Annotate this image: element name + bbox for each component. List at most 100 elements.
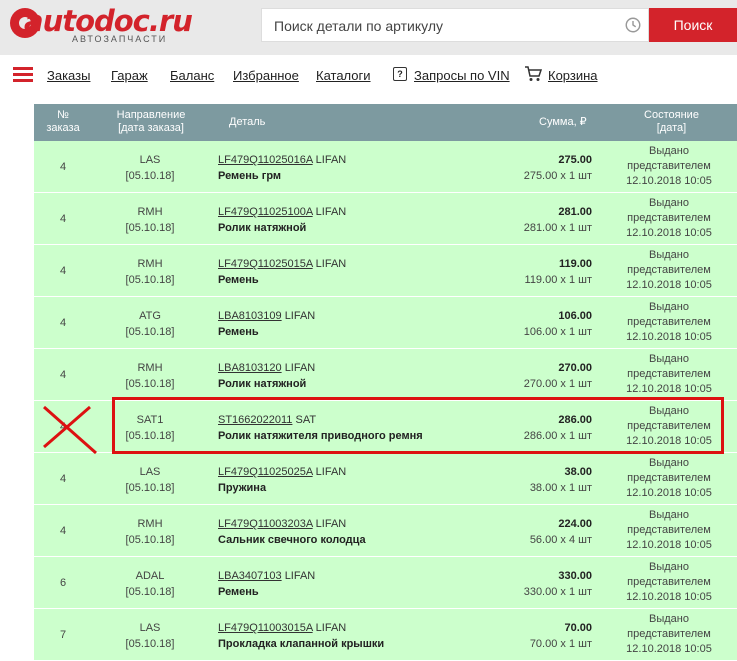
sum-calc: 70.00 x 1 шт xyxy=(529,638,592,650)
brand: LIFAN xyxy=(284,310,316,322)
state-date: 12.10.2018 10:05 xyxy=(626,383,712,395)
direction: RMH xyxy=(137,362,163,374)
table-row: 4 RMH [05.10.18] LF479Q11003203A LIFAN Сальн… xyxy=(34,505,737,557)
sum-calc: 330.00 x 1 шт xyxy=(523,586,592,598)
sum-cell: 224.00 56.00 x 4 шт xyxy=(530,516,592,548)
sum-cell: 106.00 106.00 x 1 шт xyxy=(524,308,592,340)
order-number: 4 xyxy=(59,161,67,173)
table-row: 4 LAS [05.10.18] LF479Q11025025A LIFAN Пружи… xyxy=(34,453,737,505)
brand: LIFAN xyxy=(284,362,316,374)
order-date: [05.10.18] xyxy=(125,274,175,286)
logo[interactable]: autodoc.ru АВТОЗАПЧАСТИ xyxy=(10,4,200,50)
article-link[interactable]: LBA3407103 xyxy=(218,570,282,582)
sum-calc: 281.00 x 1 шт xyxy=(523,222,592,234)
nav-favorites[interactable]: Избранное xyxy=(233,68,299,83)
direction-cell: RMH [05.10.18] xyxy=(112,204,188,236)
state-date: 12.10.2018 10:05 xyxy=(626,175,712,187)
state-line1: Выдано xyxy=(649,197,689,209)
direction: LAS xyxy=(139,622,161,634)
article-link[interactable]: LF479Q11025015A xyxy=(218,258,313,270)
table-row: 4 ATG [05.10.18] LBA8103109 LIFAN Ремень 106.… xyxy=(34,297,737,349)
search-input[interactable] xyxy=(262,9,616,43)
article-link[interactable]: LBA8103109 xyxy=(218,310,282,322)
state-line1: Выдано xyxy=(649,301,689,313)
state-line2: представителем xyxy=(627,264,711,276)
state-cell: Выдано представителем 12.10.2018 10:05 xyxy=(619,352,719,397)
order-date: [05.10.18] xyxy=(125,482,175,494)
direction-cell: LAS [05.10.18] xyxy=(112,152,188,184)
order-date: [05.10.18] xyxy=(125,326,175,338)
article-link[interactable]: LBA8103120 xyxy=(218,362,282,374)
state-cell: Выдано представителем 12.10.2018 10:05 xyxy=(619,196,719,241)
order-number: 4 xyxy=(59,265,67,277)
sum-calc: 38.00 x 1 шт xyxy=(529,482,592,494)
history-icon[interactable] xyxy=(624,16,642,34)
state-cell: Выдано представителем 12.10.2018 10:05 xyxy=(619,144,719,189)
order-number: 4 xyxy=(59,369,67,381)
direction: ADAL xyxy=(135,570,165,582)
sum-cell: 70.00 70.00 x 1 шт xyxy=(530,620,592,652)
nav-catalogs[interactable]: Каталоги xyxy=(316,68,371,83)
detail-name: Ролик натяжной xyxy=(218,378,307,390)
nav-vin-requests[interactable]: Запросы по VIN xyxy=(414,68,510,83)
order-number: 4 xyxy=(59,525,67,537)
table-row: 4 RMH [05.10.18] LF479Q11025100A LIFAN Ролик… xyxy=(34,193,737,245)
sum-total: 119.00 xyxy=(558,258,592,270)
detail-cell: LBA8103109 LIFAN Ремень xyxy=(218,308,315,340)
menu-icon[interactable] xyxy=(13,67,33,83)
nav-cart[interactable]: Корзина xyxy=(548,68,598,83)
top-bar: autodoc.ru АВТОЗАПЧАСТИ Поиск xyxy=(0,0,737,55)
detail-name: Прокладка клапанной крышки xyxy=(218,638,385,650)
sum-total: 70.00 xyxy=(564,622,592,634)
table-row: 4 LAS [05.10.18] LF479Q11025016A LIFAN Ремен… xyxy=(34,141,737,193)
table-header: № заказа Направление [дата заказа] Детал… xyxy=(34,104,737,141)
order-date: [05.10.18] xyxy=(125,586,175,598)
direction: LAS xyxy=(139,154,161,166)
header-order-no-line2: заказа xyxy=(46,122,80,134)
header-state-line2: [дата] xyxy=(656,122,687,134)
header-direction-line2: [дата заказа] xyxy=(118,122,184,134)
order-number: 6 xyxy=(59,577,67,589)
sum-total: 106.00 xyxy=(558,310,592,322)
state-line1: Выдано xyxy=(649,249,689,261)
nav-orders[interactable]: Заказы xyxy=(47,68,90,83)
table-row: 6 ADAL [05.10.18] LBA3407103 LIFAN Ремень 330… xyxy=(34,557,737,609)
state-date: 12.10.2018 10:05 xyxy=(626,591,712,603)
nav-garage[interactable]: Гараж xyxy=(111,68,148,83)
state-line1: Выдано xyxy=(649,561,689,573)
order-date: [05.10.18] xyxy=(125,170,175,182)
order-date: [05.10.18] xyxy=(125,378,175,390)
article-link[interactable]: LF479Q11003203A xyxy=(218,518,313,530)
detail-cell: LBA8103120 LIFAN Ролик натяжной xyxy=(218,360,315,392)
article-link[interactable]: LF479Q11025100A xyxy=(218,206,313,218)
state-line2: представителем xyxy=(627,524,711,536)
article-link[interactable]: LF479Q11025025A xyxy=(218,466,313,478)
article-link[interactable]: LF479Q11003015A xyxy=(218,622,313,634)
sum-total: 281.00 xyxy=(558,206,592,218)
state-line1: Выдано xyxy=(649,509,689,521)
state-date: 12.10.2018 10:05 xyxy=(626,643,712,655)
header-sum: Сумма, ₽ xyxy=(539,116,587,128)
sum-calc: 106.00 x 1 шт xyxy=(523,326,592,338)
sum-cell: 38.00 38.00 x 1 шт xyxy=(530,464,592,496)
direction-cell: ADAL [05.10.18] xyxy=(112,568,188,600)
sum-cell: 275.00 275.00 x 1 шт xyxy=(524,152,592,184)
detail-cell: LF479Q11025015A LIFAN Ремень xyxy=(218,256,346,288)
nav-balance[interactable]: Баланс xyxy=(170,68,214,83)
sum-total: 270.00 xyxy=(558,362,592,374)
detail-cell: LF479Q11025100A LIFAN Ролик натяжной xyxy=(218,204,346,236)
vin-request-icon: ? xyxy=(393,67,407,81)
order-number: 7 xyxy=(59,629,67,641)
state-line2: представителем xyxy=(627,212,711,224)
state-line1: Выдано xyxy=(649,457,689,469)
direction-cell: RMH [05.10.18] xyxy=(112,256,188,288)
state-date: 12.10.2018 10:05 xyxy=(626,227,712,239)
direction-cell: LAS [05.10.18] xyxy=(112,464,188,496)
sum-total: 224.00 xyxy=(558,518,592,530)
article-link[interactable]: LF479Q11025016A xyxy=(218,154,313,166)
direction: RMH xyxy=(137,258,163,270)
state-line2: представителем xyxy=(627,160,711,172)
state-cell: Выдано представителем 12.10.2018 10:05 xyxy=(619,560,719,605)
sum-calc: 270.00 x 1 шт xyxy=(523,378,592,390)
search-button[interactable]: Поиск xyxy=(649,8,737,42)
